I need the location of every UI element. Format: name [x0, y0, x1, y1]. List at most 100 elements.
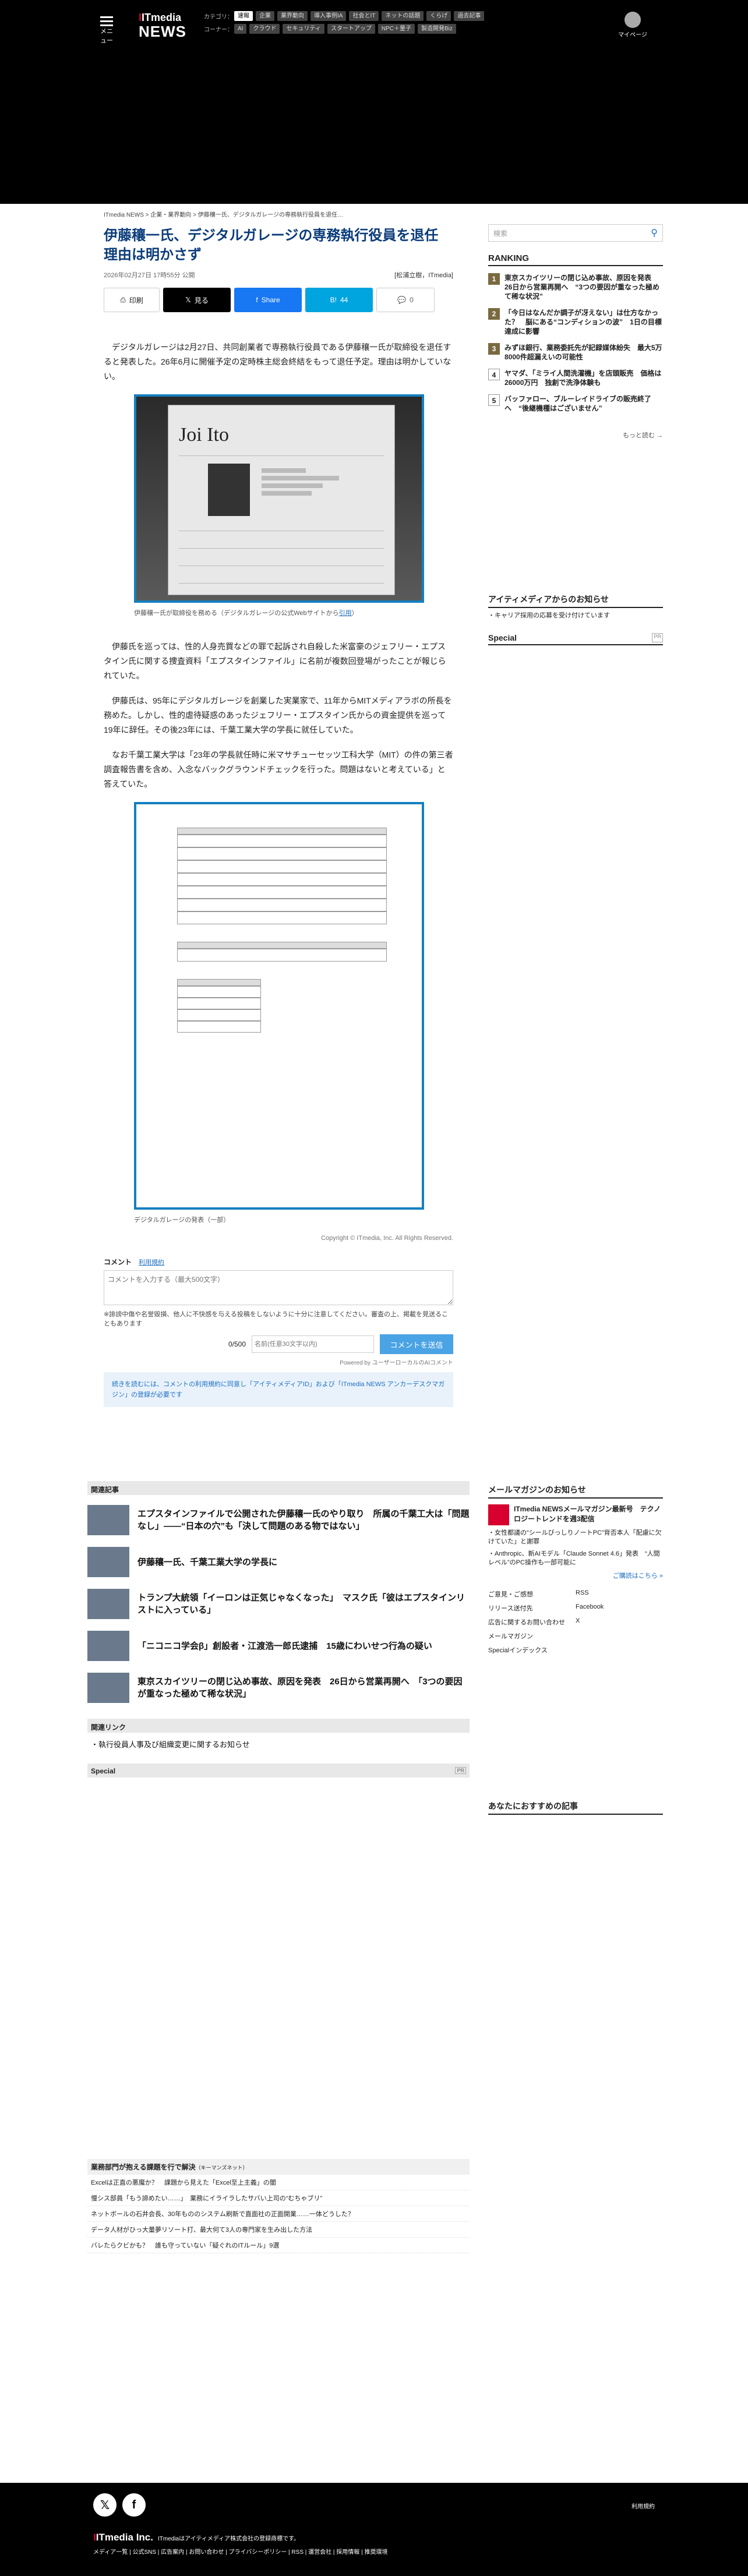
special-heading: Special PR	[488, 633, 663, 645]
rank-number: 2	[488, 308, 500, 320]
submit-comment-button[interactable]: コメントを送信	[380, 1334, 453, 1354]
registration-notice[interactable]: 続きを読むには、コメントの利用規約に同意し「アイティメディアID」および「ITm…	[104, 1372, 453, 1407]
sidebar-link[interactable]: X	[576, 1617, 663, 1627]
logo-top: IITmedia	[139, 12, 182, 23]
category-tab[interactable]: 導入事例IA	[311, 10, 347, 21]
related-article[interactable]: エプスタインファイルで公開された伊藤穰一氏のやり取り 所属の千葉工大は「問題なし…	[87, 1503, 470, 1537]
related-link[interactable]: ・執行役員人事及び組織変更に関するお知らせ	[91, 1738, 466, 1750]
corner-label: コーナー：	[204, 26, 233, 33]
corner-tab[interactable]: AI	[234, 23, 247, 34]
name-input[interactable]	[252, 1335, 374, 1353]
sidebar-link[interactable]: RSS	[576, 1589, 663, 1599]
more-link[interactable]: もっと読む →	[488, 430, 663, 440]
sidebar-link[interactable]: ご意見・ご感想	[488, 1589, 576, 1599]
caption-link[interactable]: 引用	[339, 610, 352, 617]
related-title: 「ニコニコ学会β」創設者・江渡浩一郎氏逮捕 15歳にわいせつ行為の疑い	[137, 1641, 432, 1651]
rank-number: 5	[488, 394, 500, 406]
notice-item[interactable]: ・キャリア採用の応募を受け付けています	[488, 612, 663, 620]
business-item[interactable]: バレたらクビかも？ 誰も守っていない「疑ぐれのITルール」9選	[87, 2238, 470, 2253]
related-article[interactable]: 「ニコニコ学会β」創設者・江渡浩一郎氏逮捕 15歳にわいせつ行為の疑い	[87, 1629, 470, 1663]
corner-tab[interactable]: クラウド	[249, 23, 280, 34]
x-icon[interactable]: 𝕏	[93, 2493, 117, 2517]
sidebar-link[interactable]: メールマガジン	[488, 1631, 576, 1641]
footer-links[interactable]: メディア一覧 | 公式SNS | 広告案内 | お問い合わせ | プライバシーポ…	[93, 2547, 387, 2556]
breadcrumb[interactable]: ITmedia NEWS > 企業・業界動向 > 伊藤穰一氏、デジタルガレージの…	[104, 210, 453, 218]
x-icon: 𝕏	[185, 296, 191, 304]
business-item[interactable]: ネットボールの石井会長、30年もののシステム刷新で直面社の正面開業……一体どうし…	[87, 2206, 470, 2222]
sidebar-link[interactable]: リリース送付先	[488, 1603, 576, 1613]
category-tab[interactable]: 過去記事	[454, 10, 485, 21]
ranking-heading: RANKING	[488, 253, 663, 266]
mail-item[interactable]: ・Anthropic、新AIモデル「Claude Sonnet 4.6」発表 “…	[488, 1550, 663, 1567]
facebook-icon[interactable]: f	[122, 2493, 146, 2517]
publish-date: 2026年02月27日 17時55分 公開	[104, 272, 195, 279]
menu-label: メニュー	[100, 28, 113, 44]
business-item[interactable]: Excelは正直の悪魔か？ 課題から見えた「Excel至上主義」の闇	[87, 2175, 470, 2190]
sidebar-link[interactable]	[576, 1645, 663, 1655]
business-item[interactable]: データ人材がひっ大量夢リソート打、最大何て3人の専門家を生み出した方法	[87, 2222, 470, 2238]
search-icon[interactable]: ⚲	[651, 227, 658, 239]
figure-caption: 伊藤穰一氏が取締役を務める（デジタルガレージの公式Webサイトから引用）	[134, 610, 358, 617]
category-tab[interactable]: 社会とIT	[349, 10, 379, 21]
corner-tab[interactable]: スタートアップ	[327, 23, 375, 34]
category-tab[interactable]: 業界動向	[277, 10, 308, 21]
article-body: デジタルガレージは2月27日、共同創業者で専務執行役員である伊藤穰一氏が取締役を…	[104, 340, 453, 1228]
powered-by: Powered by ユーザーローカルのAIコメント	[340, 1360, 453, 1366]
ranking-item[interactable]: 5 バッファロー、ブルーレイドライブの販売終了へ “後継機種はございません”	[488, 394, 663, 413]
terms-link[interactable]: 利用規約	[139, 1259, 164, 1266]
business-item[interactable]: 慢シス部員「もう諦めたい……」 業務にイライラしたサバい上司の“むちゃブリ”	[87, 2190, 470, 2206]
sidebar-link[interactable]: Specialインデックス	[488, 1645, 576, 1655]
comment-section: コメント 利用規約 ※誹謗中傷や名誉毀損、他人に不快感を与える投稿をしないように…	[104, 1257, 453, 1407]
sidebar-link[interactable]	[576, 1631, 663, 1641]
corner-tab[interactable]: NPC＋量子	[377, 23, 415, 34]
mypage-link[interactable]: マイページ	[615, 12, 650, 38]
paragraph: 伊藤氏は、95年にデジタルガレージを創業した実業家で、11年からMITメディアラ…	[104, 696, 452, 734]
article-figure[interactable]: Joi Ito	[134, 394, 424, 603]
category-tab[interactable]: ネットの話題	[382, 10, 424, 21]
sidebar-link[interactable]: Facebook	[576, 1603, 663, 1613]
related-article[interactable]: 東京スカイツリーの閉じ込め事故、原因を発表 26日から営業再開へ 「3つの要因が…	[87, 1671, 470, 1705]
terms-link[interactable]: 利用規約	[631, 2501, 655, 2510]
copyright: Copyright © ITmedia, Inc. All Rights Res…	[321, 1235, 453, 1242]
mail-lead[interactable]: ITmedia NEWSメールマガジン最新号 テクノロジートレンドを週3配信	[514, 1504, 663, 1525]
sidebar: 検索 ⚲ RANKING 1 東京スカイツリーの閉じ込め事故、原因を発表 26日から…	[488, 224, 663, 1815]
related-heading: 関連記事	[87, 1481, 470, 1495]
ranking-item[interactable]: 3 みずほ銀行、業務委託先が記録媒体紛失 最大5万8000件超漏えいの可能性	[488, 343, 663, 362]
category-tab[interactable]: くらげ	[426, 10, 451, 21]
hamburger-icon	[98, 16, 115, 26]
mypage-label: マイページ	[618, 32, 647, 38]
related-article[interactable]: トランプ大統領「イーロンは正気じゃなくなった」 マスク氏「彼はエプスタインリスト…	[87, 1587, 470, 1621]
related-title: 伊藤穰一氏、千葉工業大学の学長に	[137, 1557, 278, 1567]
ranking-item[interactable]: 2 「今日はなんだか調子が冴えない」は仕方なかった？ 脳にある“コンディションの波…	[488, 308, 663, 336]
sidebar-link[interactable]: 広告に関するお問い合わせ	[488, 1617, 576, 1627]
figure-caption: デジタルガレージの発表（一部）	[134, 1217, 230, 1224]
comment-count-button[interactable]: 💬 0	[376, 288, 435, 312]
announcement-document	[177, 828, 387, 1033]
facebook-share-button[interactable]: f Share	[234, 288, 302, 312]
search-box[interactable]: 検索 ⚲	[488, 224, 663, 242]
subscribe-link[interactable]: ご購読はこちら »	[488, 1571, 663, 1580]
print-button[interactable]: ⎙ 印刷	[104, 288, 160, 312]
comment-heading: コメント 利用規約	[104, 1258, 165, 1266]
related-thumbnail	[87, 1631, 129, 1661]
related-article[interactable]: 伊藤穰一氏、千葉工業大学の学長に	[87, 1545, 470, 1579]
search-placeholder: 検索	[493, 229, 508, 238]
comment-input[interactable]	[104, 1270, 453, 1305]
hatena-bookmark-button[interactable]: B! 44	[305, 288, 373, 312]
pr-badge: PR	[652, 633, 663, 642]
x-share-button[interactable]: 𝕏 見る	[163, 288, 231, 312]
ranking-item[interactable]: 4 ヤマダ、「ミライ人間洗濯機」を店頭販売 価格は26000万円 独創で洗浄体験も	[488, 369, 663, 387]
portrait-photo	[208, 464, 250, 516]
profile-name: Joi Ito	[179, 424, 229, 446]
ranking-item[interactable]: 1 東京スカイツリーの閉じ込め事故、原因を発表 26日から営業再開へ “3つの要因…	[488, 273, 663, 301]
category-tab[interactable]: 速報	[234, 10, 253, 21]
rank-number: 3	[488, 343, 500, 355]
related-thumbnail	[87, 1505, 129, 1535]
corner-tab[interactable]: セキュリティ	[283, 23, 324, 34]
category-tab[interactable]: 企業	[256, 10, 274, 21]
announcement-figure[interactable]	[134, 802, 424, 1210]
mail-item[interactable]: ・女性都議の“シールびっしりノートPC”背否本人「配慮に欠けていた」と謝罪	[488, 1529, 663, 1546]
corner-tab[interactable]: 製造開発Biz	[417, 23, 456, 34]
site-logo[interactable]: IITmedia NEWS	[139, 12, 186, 39]
menu-button[interactable]: メニュー	[98, 14, 115, 44]
